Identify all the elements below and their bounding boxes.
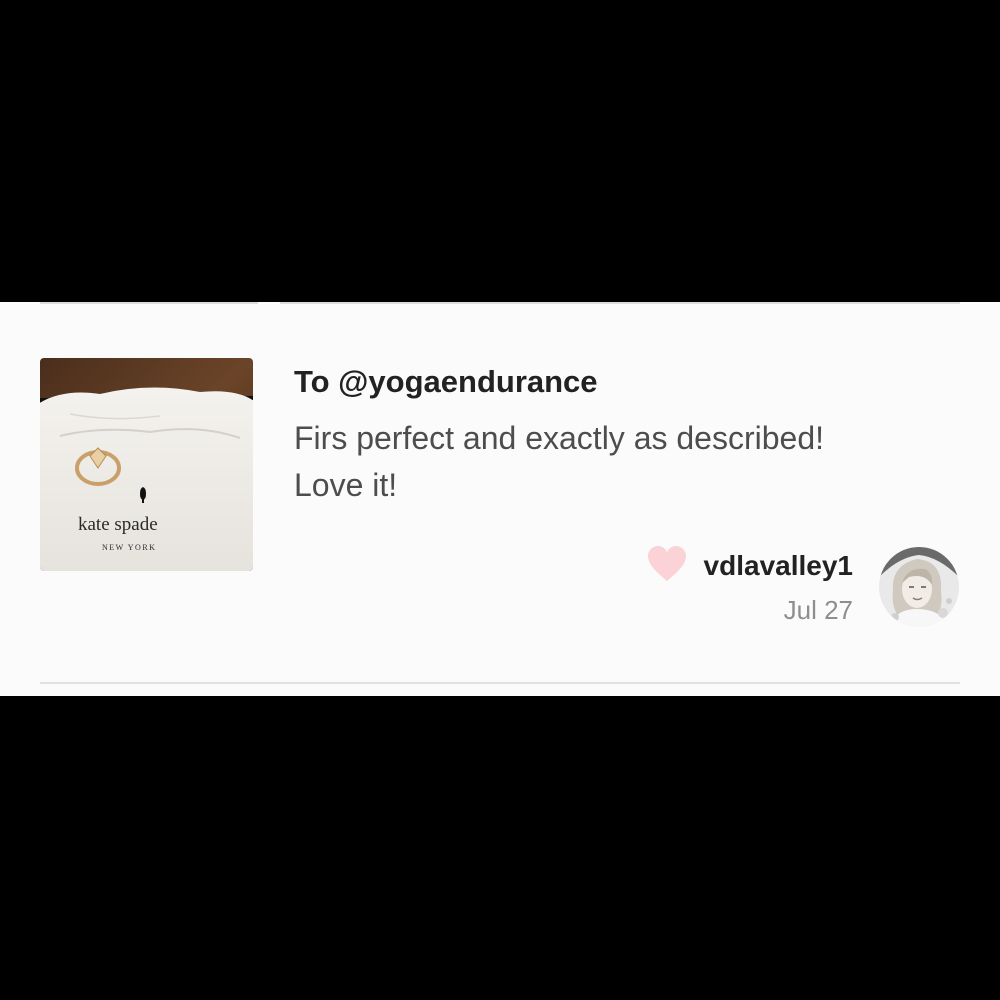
product-photo: kate spade NEW YORK: [40, 358, 253, 571]
divider: [280, 302, 960, 304]
comment-line: Firs perfect and exactly as described!: [294, 420, 825, 456]
review-date: Jul 27: [783, 595, 853, 625]
divider: [40, 682, 960, 684]
avatar[interactable]: [879, 547, 959, 627]
review-recipient[interactable]: To @yogaendurance: [294, 364, 598, 400]
review-comment: Firs perfect and exactly as described! L…: [294, 415, 934, 509]
review-card: kate spade NEW YORK To @yogaendurance Fi…: [0, 302, 1000, 696]
brand-subtext: NEW YORK: [102, 543, 156, 552]
comment-line: Love it!: [294, 467, 398, 503]
brand-text: kate spade: [78, 514, 158, 535]
avatar-photo: [879, 547, 959, 627]
product-thumbnail[interactable]: kate spade NEW YORK: [40, 358, 253, 571]
reviewer-username[interactable]: vdlavalley1: [704, 550, 853, 582]
heart-icon[interactable]: [645, 542, 689, 586]
divider: [40, 302, 258, 304]
